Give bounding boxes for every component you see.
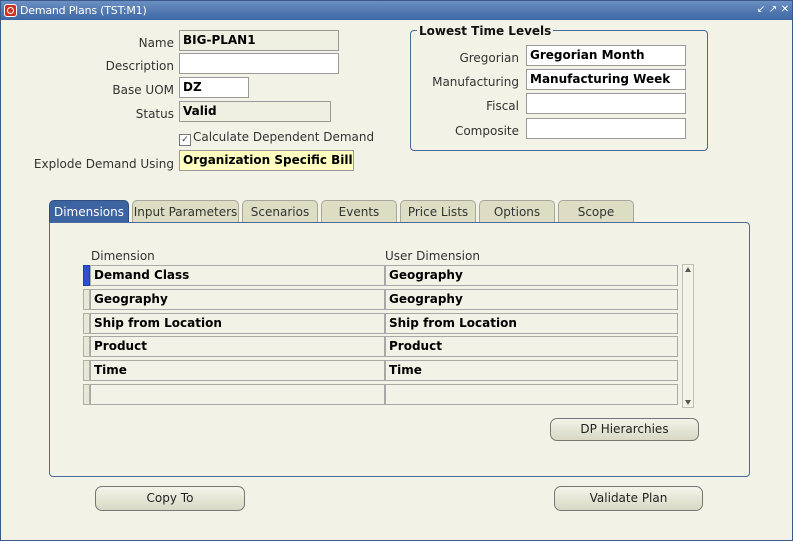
composite-label: Composite xyxy=(454,124,519,138)
gregorian-field[interactable]: Gregorian Month xyxy=(526,45,686,66)
title-bar: Demand Plans (TST:M1) ↙ ↗ ✕ xyxy=(1,1,792,20)
row-selector[interactable] xyxy=(83,336,90,357)
user-dimension-cell[interactable]: Geography xyxy=(385,289,678,310)
dimension-cell[interactable]: Product xyxy=(90,336,385,357)
composite-field[interactable] xyxy=(526,118,686,139)
manufacturing-label: Manufacturing xyxy=(432,75,519,89)
status-label: Status xyxy=(135,107,174,121)
maximize-icon[interactable]: ↗ xyxy=(767,3,779,17)
row-selector-current[interactable] xyxy=(83,265,90,286)
validate-plan-button[interactable]: Validate Plan xyxy=(554,486,703,511)
tab-dimensions[interactable]: Dimensions xyxy=(49,200,129,223)
tab-scope[interactable]: Scope xyxy=(558,200,634,223)
copy-to-button[interactable]: Copy To xyxy=(95,486,245,511)
description-field[interactable] xyxy=(179,53,339,74)
minimize-icon[interactable]: ↙ xyxy=(755,3,767,17)
tab-options[interactable]: Options xyxy=(479,200,555,223)
calculate-dependent-demand-checkbox[interactable]: ✓ Calculate Dependent Demand xyxy=(179,130,374,146)
row-selector[interactable] xyxy=(83,313,90,334)
status-field: Valid xyxy=(179,101,331,122)
user-dimension-cell[interactable]: Geography xyxy=(385,265,678,286)
close-icon[interactable]: ✕ xyxy=(779,3,791,17)
dimension-cell[interactable] xyxy=(90,384,385,405)
dimension-cell[interactable]: Geography xyxy=(90,289,385,310)
dimension-cell[interactable]: Demand Class xyxy=(90,265,385,286)
lowest-time-levels-title: Lowest Time Levels xyxy=(417,24,554,38)
base-uom-label: Base UOM xyxy=(112,83,174,97)
dimension-column-header: Dimension xyxy=(91,249,155,263)
scroll-up-icon[interactable] xyxy=(685,267,691,272)
explode-demand-field[interactable]: Organization Specific Bill of xyxy=(179,150,354,171)
user-dimension-cell[interactable]: Time xyxy=(385,360,678,381)
gregorian-label: Gregorian xyxy=(459,51,519,65)
row-selector[interactable] xyxy=(83,289,90,310)
demand-plans-window: Demand Plans (TST:M1) ↙ ↗ ✕ Name BIG-PLA… xyxy=(0,0,793,541)
user-dimension-column-header: User Dimension xyxy=(385,249,480,263)
name-field[interactable]: BIG-PLAN1 xyxy=(179,30,339,51)
dp-hierarchies-button[interactable]: DP Hierarchies xyxy=(550,418,699,441)
dimension-cell[interactable]: Ship from Location xyxy=(90,313,385,334)
oracle-app-icon xyxy=(4,4,17,17)
calculate-dependent-demand-label: Calculate Dependent Demand xyxy=(193,130,375,144)
base-uom-field[interactable]: DZ xyxy=(179,77,249,98)
row-selector[interactable] xyxy=(83,384,90,405)
scroll-down-icon[interactable] xyxy=(685,400,691,405)
description-label: Description xyxy=(105,59,174,73)
tab-scenarios[interactable]: Scenarios xyxy=(242,200,318,223)
row-selector[interactable] xyxy=(83,360,90,381)
explode-demand-label: Explode Demand Using xyxy=(33,157,174,171)
user-dimension-cell[interactable]: Ship from Location xyxy=(385,313,678,334)
user-dimension-cell[interactable]: Product xyxy=(385,336,678,357)
fiscal-field[interactable] xyxy=(526,93,686,114)
tab-events[interactable]: Events xyxy=(321,200,397,223)
name-label: Name xyxy=(138,36,174,50)
window-title: Demand Plans (TST:M1) xyxy=(20,4,147,17)
tab-price-lists[interactable]: Price Lists xyxy=(400,200,476,223)
tab-input-parameters[interactable]: Input Parameters xyxy=(132,200,239,223)
dimension-cell[interactable]: Time xyxy=(90,360,385,381)
checkmark-icon[interactable]: ✓ xyxy=(179,134,191,146)
table-vertical-scrollbar[interactable] xyxy=(682,264,694,408)
fiscal-label: Fiscal xyxy=(486,99,519,113)
manufacturing-field[interactable]: Manufacturing Week xyxy=(526,69,686,90)
user-dimension-cell[interactable] xyxy=(385,384,678,405)
